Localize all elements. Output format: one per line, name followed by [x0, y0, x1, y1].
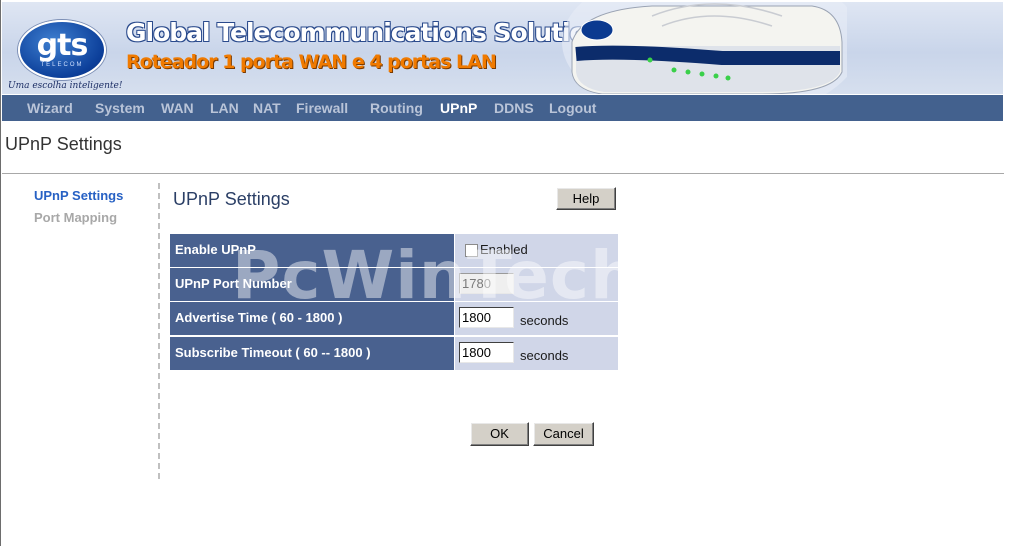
banner-title: Global Telecommunications Solutions [126, 18, 617, 47]
window-left-border [0, 0, 1, 546]
subscribe-timeout-label: Subscribe Timeout ( 60 -- 1800 ) [170, 337, 454, 370]
advertise-time-input[interactable]: 1800 [459, 307, 514, 328]
logo-subtext: TELECOM [40, 62, 84, 68]
upnp-port-input[interactable]: 1780 [459, 273, 514, 294]
advertise-time-unit: seconds [520, 313, 569, 328]
subscribe-timeout-value: 1800 seconds [455, 337, 618, 370]
subscribe-timeout-row: Subscribe Timeout ( 60 -- 1800 ) 1800 se… [170, 337, 618, 371]
router-image [562, 2, 847, 94]
nav-nat[interactable]: NAT [253, 100, 281, 116]
nav-system[interactable]: System [95, 100, 145, 116]
enable-upnp-label: Enable UPnP [170, 234, 454, 267]
gts-logo: gts TELECOM [18, 20, 106, 80]
enable-upnp-checkbox[interactable] [465, 244, 478, 257]
banner-subtitle: Roteador 1 porta WAN e 4 portas LAN [126, 51, 497, 73]
enabled-checkbox-label[interactable]: Enabled [480, 242, 528, 257]
sidebar-item-upnp-settings[interactable]: UPnP Settings [34, 188, 123, 203]
sidebar-divider [158, 183, 160, 479]
subscribe-timeout-unit: seconds [520, 348, 569, 363]
upnp-port-value: 1780 [455, 268, 618, 301]
upnp-port-row: UPnP Port Number 1780 [170, 268, 618, 302]
cancel-button[interactable]: Cancel [533, 422, 594, 446]
sidebar-item-port-mapping[interactable]: Port Mapping [34, 210, 117, 225]
nav-lan[interactable]: LAN [210, 100, 239, 116]
enable-upnp-row: Enable UPnP Enabled [170, 234, 618, 268]
ok-button[interactable]: OK [470, 422, 529, 446]
upnp-port-label: UPnP Port Number [170, 268, 454, 301]
nav-upnp[interactable]: UPnP [440, 100, 477, 116]
enable-upnp-value: Enabled [455, 234, 618, 267]
nav-wizard[interactable]: Wizard [27, 100, 73, 116]
nav-firewall[interactable]: Firewall [296, 100, 348, 116]
main-nav: Wizard System WAN LAN NAT Firewall Routi… [2, 95, 1003, 121]
title-divider [2, 173, 1004, 174]
subscribe-timeout-input[interactable]: 1800 [459, 342, 514, 363]
advertise-time-row: Advertise Time ( 60 - 1800 ) 1800 second… [170, 302, 618, 336]
header-banner: gts TELECOM Uma escolha inteligente! Glo… [2, 2, 1003, 94]
nav-wan[interactable]: WAN [161, 100, 194, 116]
advertise-time-value: 1800 seconds [455, 302, 618, 335]
nav-routing[interactable]: Routing [370, 100, 423, 116]
help-button[interactable]: Help [556, 187, 616, 210]
logo-text: gts [36, 28, 89, 63]
section-title: UPnP Settings [173, 189, 290, 209]
page-title: UPnP Settings [5, 134, 122, 154]
slogan: Uma escolha inteligente! [8, 81, 123, 91]
nav-logout[interactable]: Logout [549, 100, 596, 116]
nav-ddns[interactable]: DDNS [494, 100, 534, 116]
advertise-time-label: Advertise Time ( 60 - 1800 ) [170, 302, 454, 335]
